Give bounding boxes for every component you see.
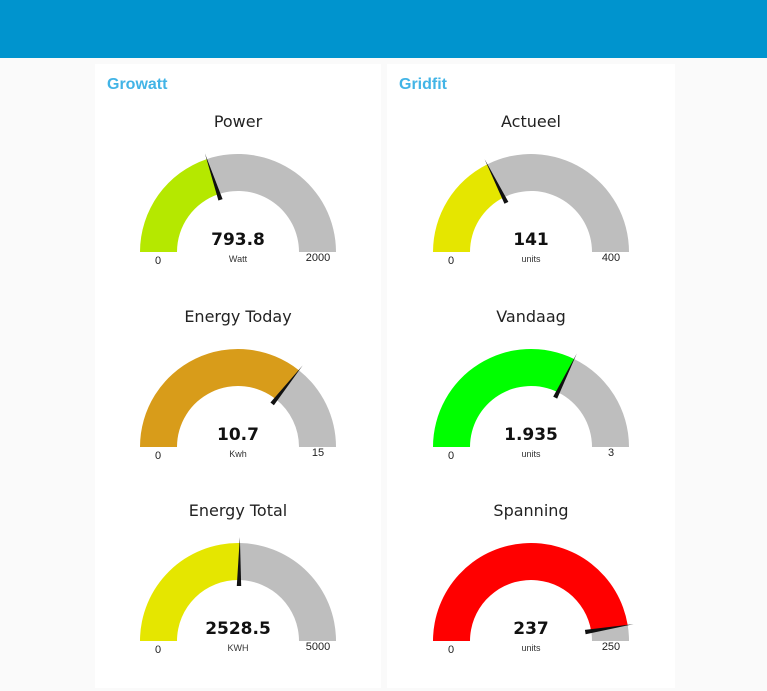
gauge-min-label: 0 (447, 450, 455, 462)
gauge-energy-today: Energy Today 10.7 Kwh 0 15 (95, 307, 381, 497)
gauge-min-label: 0 (447, 255, 455, 267)
gauge-spanning: Spanning 237 units 0 250 (387, 501, 675, 691)
gauge-value: 1.935 (504, 425, 558, 445)
top-header-bar (0, 0, 767, 58)
group-title: Gridfit (399, 76, 447, 93)
gauge-max-label: 250 (601, 641, 621, 653)
gauge-value: 237 (513, 619, 549, 639)
gauge-vandaag: Vandaag 1.935 units 0 3 (387, 307, 675, 497)
gauge-min-label: 0 (154, 450, 162, 462)
gauge-value: 793.8 (211, 230, 265, 250)
group-card-gridfit: Gridfit Actueel 141 units 0 400 Vandaag 1.935… (387, 64, 675, 688)
gauge-min-label: 0 (447, 644, 455, 656)
gauge-min-label: 0 (154, 255, 162, 267)
gauge-max-label: 5000 (305, 641, 331, 653)
gauge-max-label: 3 (607, 447, 615, 459)
gauge-power: Power 793.8 Watt 0 2000 (95, 112, 381, 302)
gauge-value: 141 (513, 230, 549, 250)
gauge-value: 2528.5 (205, 619, 271, 639)
gauge-max-label: 400 (601, 252, 621, 264)
gauge-energy-total: Energy Total 2528.5 KWH 0 5000 (95, 501, 381, 691)
gauge-min-label: 0 (154, 644, 162, 656)
group-card-growatt: Growatt Power 793.8 Watt 0 2000 Energy Today… (95, 64, 381, 688)
gauge-actueel: Actueel 141 units 0 400 (387, 112, 675, 302)
gauge-max-label: 2000 (305, 252, 331, 264)
gauge-max-label: 15 (311, 447, 325, 459)
group-title: Growatt (107, 76, 168, 93)
gauge-value: 10.7 (217, 425, 259, 445)
